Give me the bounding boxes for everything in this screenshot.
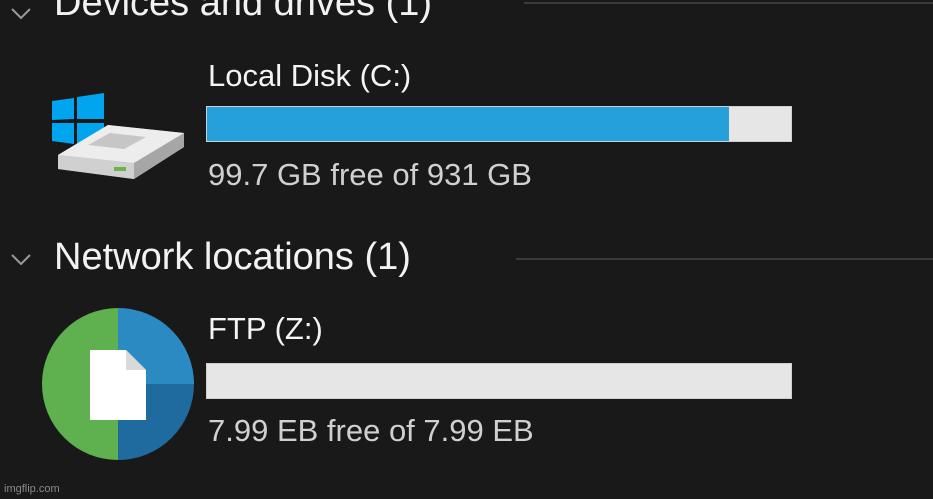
drive-free-space: 99.7 GB free of 931 GB <box>208 157 532 192</box>
drive-name: Local Disk (C:) <box>208 58 412 93</box>
drive-usage-bar <box>206 363 792 399</box>
drive-name: FTP (Z:) <box>208 311 323 346</box>
drive-free-space: 7.99 EB free of 7.99 EB <box>208 413 534 448</box>
watermark: imgflip.com <box>4 483 60 495</box>
chevron-down-icon[interactable] <box>8 246 34 272</box>
group-divider <box>524 2 933 4</box>
drive-usage-bar <box>206 106 792 142</box>
this-pc-view: Devices and drives (1) Local Disk (C:) 9… <box>0 0 933 499</box>
drive-usage-bar-fill <box>207 107 729 141</box>
group-header-network-locations[interactable]: Network locations (1) <box>0 234 933 284</box>
windows-hard-drive-icon <box>52 93 184 179</box>
group-title: Devices and drives (1) <box>54 0 433 24</box>
chevron-down-icon[interactable] <box>8 0 34 26</box>
network-drive-icon <box>42 308 194 460</box>
drive-item-local-disk-c[interactable]: Local Disk (C:) 99.7 GB free of 931 GB <box>0 55 933 205</box>
group-title: Network locations (1) <box>54 236 411 278</box>
group-divider <box>516 258 933 260</box>
group-header-devices-and-drives[interactable]: Devices and drives (1) <box>0 0 933 28</box>
drive-item-ftp-z[interactable]: FTP (Z:) 7.99 EB free of 7.99 EB <box>0 305 933 465</box>
